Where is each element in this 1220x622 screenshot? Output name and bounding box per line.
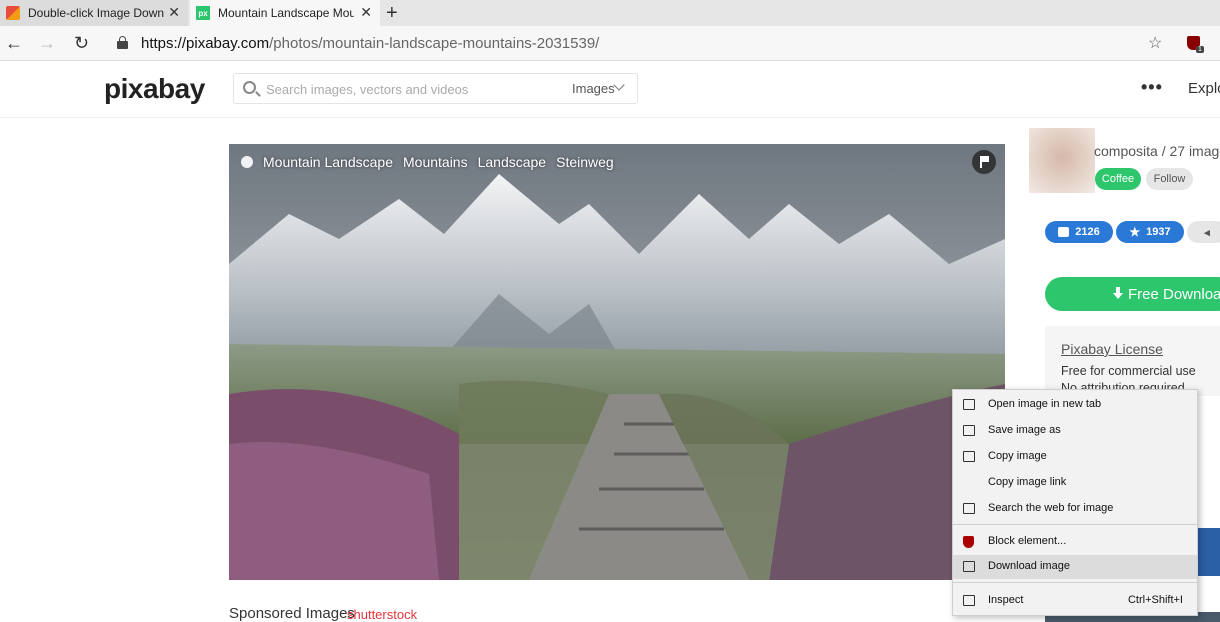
inspect-icon [963,595,975,606]
mountain-landscape-image [229,144,1005,580]
menu-item-label: Copy image link [988,476,1067,488]
tag-link[interactable]: Landscape [478,154,547,170]
license-link[interactable]: Pixabay License [1061,341,1163,357]
explore-link[interactable]: Explore [1188,80,1220,97]
author-name[interactable]: composita / 27 images [1094,143,1220,159]
back-button[interactable]: ← [5,32,23,54]
address-bar: ← → ↻ https://pixabay.com/photos/mountai… [0,26,1220,61]
site-header: pixabay Images ••• Explore [0,61,1220,118]
photo-tags: Mountain Landscape Mountains Landscape S… [241,154,614,170]
comment-icon: ◂ [1204,226,1210,239]
tab-double-click-image-downloader[interactable]: Double-click Image Downloader ✕ [0,0,188,26]
menu-separator [953,524,1197,525]
close-tab-icon[interactable]: ✕ [360,4,372,21]
free-download-label: Free Download [1128,285,1220,303]
menu-separator [953,582,1197,583]
flag-icon[interactable] [972,150,996,174]
search-bar: Images [233,73,638,104]
url-field[interactable]: https://pixabay.com/photos/mountain-land… [141,35,599,52]
download-icon [1113,287,1123,300]
comment-button[interactable]: ◂ [1187,221,1220,243]
menu-item-copy-image[interactable]: Copy image [953,445,1197,469]
menu-item-save-image-as[interactable]: Save image as [953,419,1197,443]
thumbs-up-icon [1058,227,1070,237]
url-domain: https://pixabay.com [141,35,270,52]
menu-item-label: Search the web for image [988,502,1114,514]
menu-item-label: Open image in new tab [988,398,1102,410]
tag-link[interactable]: Steinweg [556,154,614,170]
context-menu: Open image in new tab Save image as Copy… [952,389,1198,616]
star-icon: ★ [1129,225,1141,239]
menu-item-label: Copy image [988,450,1047,462]
menu-item-copy-image-link[interactable]: Copy image link [953,471,1197,495]
menu-item-label: Block element... [988,535,1067,547]
more-menu-button[interactable]: ••• [1141,77,1163,98]
bookmark-star-icon[interactable]: ☆ [1148,33,1162,53]
forward-button[interactable]: → [38,32,56,54]
search-web-icon [963,503,975,514]
tab-mountain-landscape[interactable]: px Mountain Landscape Mountains ✕ [190,0,380,26]
copy-icon [963,451,975,462]
menu-item-open-image-new-tab[interactable]: Open image in new tab [953,393,1197,417]
lock-icon[interactable] [117,36,128,49]
download-image-icon [963,561,975,572]
ublock-shield-icon [963,536,974,548]
reload-button[interactable]: ↻ [74,32,89,54]
favorite-count: 1937 [1146,226,1171,238]
sponsored-images-heading: Sponsored Images [229,605,355,622]
pixabay-favicon-icon: px [196,6,210,20]
extension-favicon-icon [6,6,20,20]
coffee-button[interactable]: Coffee [1095,168,1141,190]
menu-item-label: Save image as [988,424,1061,436]
menu-item-block-element[interactable]: Block element... [953,530,1197,554]
follow-button[interactable]: Follow [1146,168,1193,190]
license-box: Pixabay License Free for commercial use … [1045,326,1220,396]
favorite-button[interactable]: ★ 1937 [1116,221,1184,243]
search-input[interactable] [266,78,566,100]
menu-item-inspect[interactable]: Inspect Ctrl+Shift+I [953,589,1197,613]
shutterstock-logo[interactable]: shutterstock [347,607,417,622]
search-icon[interactable] [243,81,256,94]
like-count: 2126 [1075,226,1100,238]
chevron-down-icon[interactable] [613,79,625,91]
save-icon [963,425,975,436]
menu-item-search-web-for-image[interactable]: Search the web for image [953,497,1197,521]
tag-link[interactable]: Mountains [403,154,468,170]
main-photo[interactable]: Mountain Landscape Mountains Landscape S… [229,144,1005,580]
menu-item-shortcut: Ctrl+Shift+I [1127,594,1183,606]
camera-icon [241,156,253,168]
avatar[interactable] [1029,128,1095,193]
menu-item-label: Inspect [988,594,1024,606]
extension-badge: 1 [1196,46,1204,53]
like-button[interactable]: 2126 [1045,221,1113,243]
license-line: Free for commercial use [1061,364,1196,378]
tab-label: Double-click Image Downloader [28,6,164,20]
browser-tab-bar: Double-click Image Downloader ✕ px Mount… [0,0,1220,26]
search-type-select[interactable]: Images [572,81,615,96]
new-tab-icon [963,399,975,410]
menu-item-label: Download image [988,560,1070,572]
menu-item-download-image[interactable]: Download image [953,555,1197,579]
url-path: /photos/mountain-landscape-mountains-203… [269,35,600,52]
related-thumbnail[interactable] [1198,528,1220,576]
tag-link[interactable]: Mountain Landscape [263,154,393,170]
tab-label: Mountain Landscape Mountains [218,6,354,20]
close-tab-icon[interactable]: ✕ [168,4,180,21]
new-tab-button[interactable]: + [386,1,398,25]
pixabay-logo[interactable]: pixabay [104,73,205,105]
free-download-button[interactable]: Free Download [1045,277,1220,311]
